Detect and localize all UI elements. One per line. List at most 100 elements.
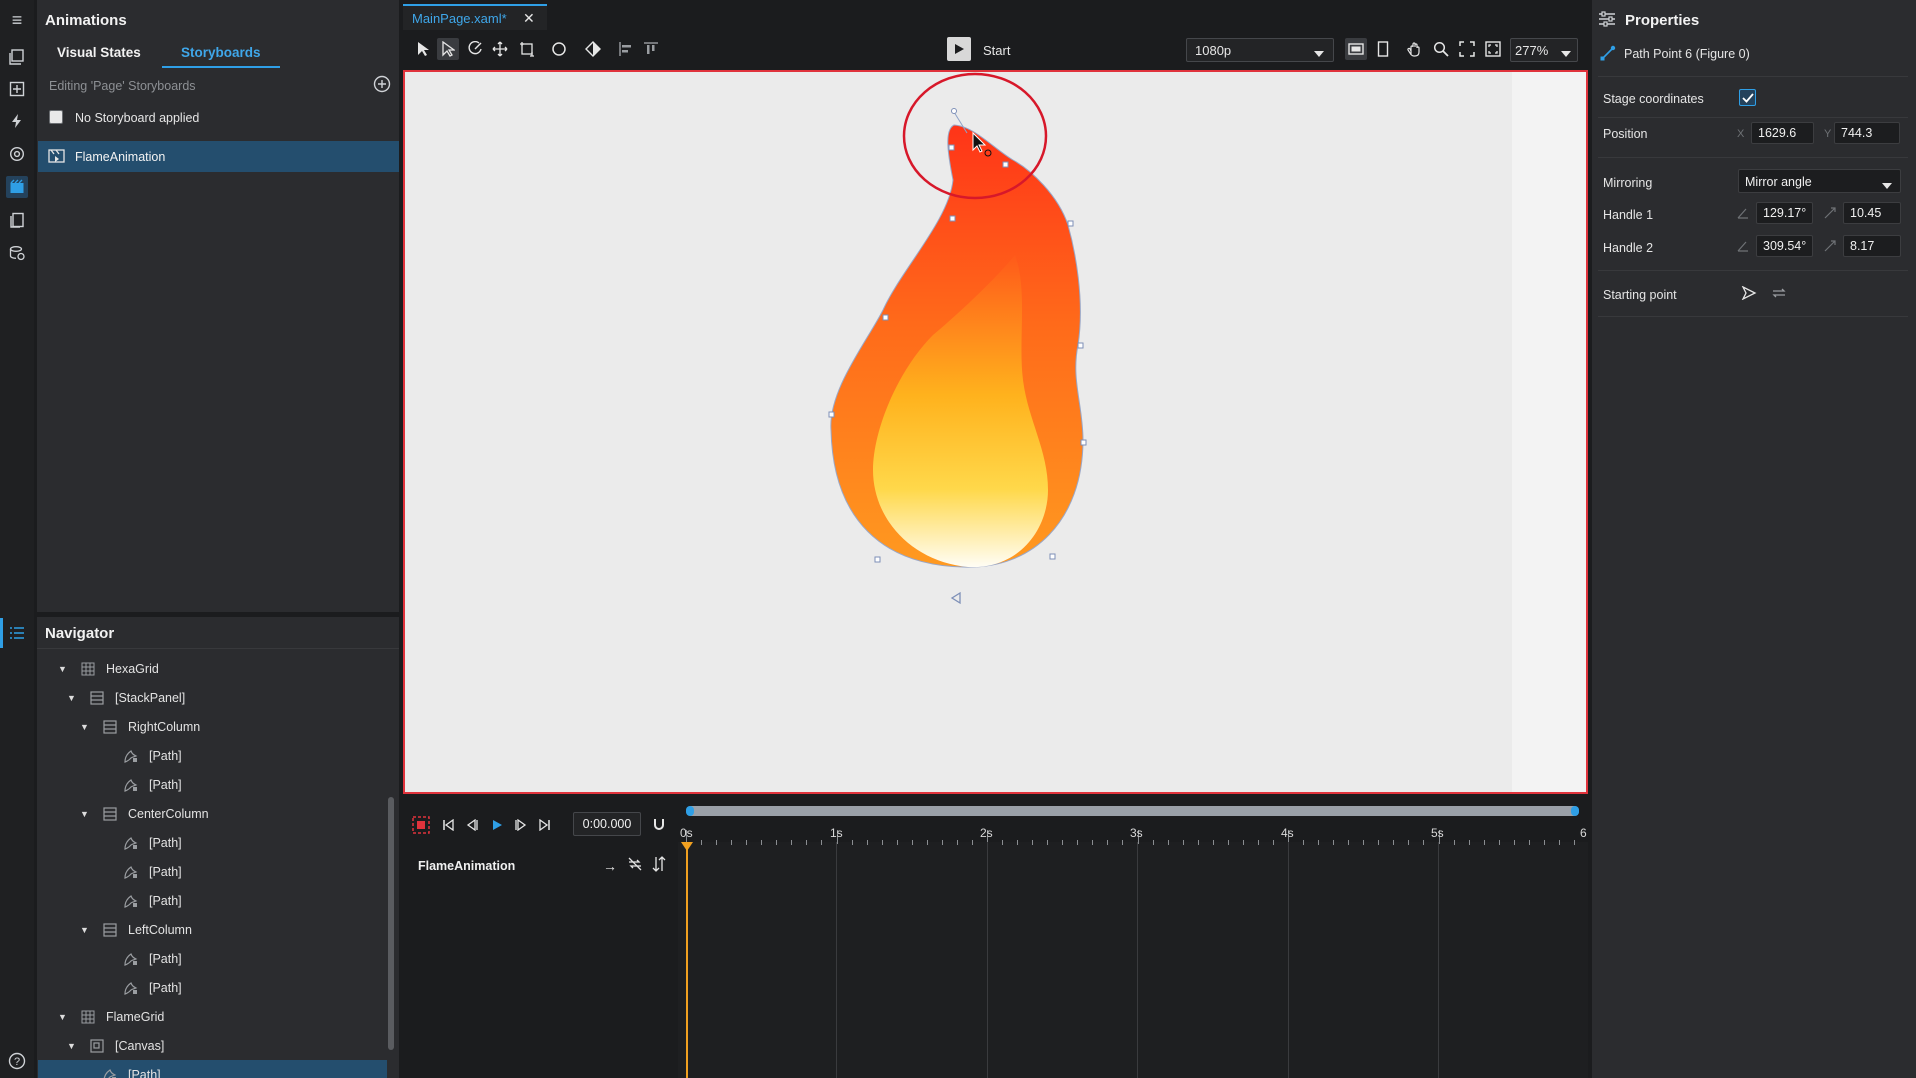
expand-arrow-icon[interactable]: ▼ — [67, 693, 77, 703]
navigator-item[interactable]: ▼[Path] — [101, 975, 182, 1001]
position-label: Position — [1603, 127, 1648, 141]
navigator-item[interactable]: ▼ RightColumn — [80, 714, 200, 740]
add-storyboard-icon[interactable] — [373, 75, 391, 96]
pen-tool-icon[interactable] — [464, 38, 486, 60]
close-tab-icon[interactable]: ✕ — [523, 10, 535, 27]
timeline-tick-mark — [761, 840, 762, 845]
go-to-start-icon[interactable] — [439, 816, 457, 834]
portrait-toggle-icon[interactable] — [1372, 38, 1394, 60]
landscape-toggle-icon[interactable] — [1345, 38, 1367, 60]
timeline-scrollbar[interactable] — [686, 806, 1579, 816]
stage-coordinates-checkbox[interactable] — [1739, 89, 1756, 106]
fit-screen-icon[interactable] — [1456, 38, 1478, 60]
hamburger-menu-icon[interactable]: ≡ — [6, 9, 28, 31]
align-left-icon[interactable] — [615, 38, 637, 60]
navigator-item[interactable]: ▼[Path] — [101, 772, 182, 798]
record-button[interactable] — [412, 816, 430, 834]
select-tool-icon[interactable] — [412, 38, 434, 60]
toolbox-icon[interactable] — [6, 78, 28, 100]
step-back-icon[interactable] — [463, 816, 481, 834]
assets-icon[interactable] — [6, 46, 28, 68]
navigator-scrollbar[interactable] — [388, 797, 394, 1050]
help-icon[interactable]: ? — [6, 1050, 28, 1072]
navigator-item-label: [Path] — [149, 749, 182, 763]
timeline-tick-mark — [1273, 840, 1274, 845]
expand-arrow-icon[interactable]: ▼ — [80, 925, 90, 935]
navigator-item[interactable]: ▼[Path] — [101, 946, 182, 972]
timeline-tick-mark — [972, 840, 973, 845]
tab-visual-states[interactable]: Visual States — [57, 45, 141, 60]
step-forward-icon[interactable] — [512, 816, 530, 834]
transform-tool-icon[interactable] — [516, 38, 538, 60]
navigator-item[interactable]: ▼ CenterColumn — [80, 801, 209, 827]
handle1-angle-input[interactable]: 129.17° — [1756, 202, 1813, 224]
starting-point-label: Starting point — [1603, 288, 1677, 302]
handle1-length-input[interactable]: 10.45 — [1843, 202, 1901, 224]
events-lightning-icon[interactable] — [6, 110, 28, 132]
timeline-tick-mark — [1333, 840, 1334, 845]
flame-artwork[interactable] — [403, 70, 1588, 794]
navigator-item[interactable]: ▼[Path] — [101, 888, 182, 914]
navigator-item[interactable]: ▼[Path] — [80, 1062, 161, 1078]
position-y-input[interactable]: 744.3 — [1834, 122, 1900, 144]
timeline-tick-mark — [1499, 840, 1500, 845]
navigator-item[interactable]: ▼ FlameGrid — [58, 1004, 164, 1030]
navigator-item[interactable]: ▼ [StackPanel] — [67, 685, 185, 711]
animations-icon[interactable] — [6, 176, 28, 198]
start-label[interactable]: Start — [983, 43, 1010, 58]
actual-size-icon[interactable] — [1482, 38, 1504, 60]
navigator-item-label: CenterColumn — [128, 807, 209, 821]
mirroring-value: Mirror angle — [1745, 175, 1812, 189]
loop-off-icon[interactable] — [627, 857, 643, 874]
set-starting-point-icon[interactable] — [1741, 285, 1757, 303]
reverse-direction-icon[interactable] — [1771, 287, 1787, 302]
position-x-input[interactable]: 1629.6 — [1751, 122, 1814, 144]
timeline-tick-mark — [1107, 840, 1108, 845]
go-to-end-icon[interactable] — [536, 816, 554, 834]
properties-panel — [1592, 0, 1916, 1078]
navigator-item[interactable]: ▼ HexaGrid — [58, 656, 159, 682]
move-tool-icon[interactable] — [489, 38, 511, 60]
expand-arrow-icon[interactable]: ▼ — [80, 809, 90, 819]
navigator-item[interactable]: ▼[Path] — [101, 859, 182, 885]
navigator-item[interactable]: ▼ [Canvas] — [67, 1033, 164, 1059]
timeline-tick-mark — [1198, 840, 1199, 845]
resources-palette-icon[interactable] — [6, 143, 28, 165]
position-y-value: 744.3 — [1841, 126, 1873, 140]
snap-magnet-icon[interactable] — [650, 816, 668, 834]
navigator-item[interactable]: ▼[Path] — [101, 830, 182, 856]
direct-select-tool-icon[interactable] — [437, 38, 459, 60]
properties-subject: Path Point 6 (Figure 0) — [1624, 47, 1750, 61]
pan-hand-icon[interactable] — [1403, 38, 1425, 60]
align-top-icon[interactable] — [640, 38, 662, 60]
fill-tool-icon[interactable] — [582, 38, 604, 60]
expand-arrow-icon[interactable]: ▼ — [58, 664, 68, 674]
navigator-item[interactable]: ▼ LeftColumn — [80, 917, 192, 943]
timeline-tracks-area — [678, 842, 1588, 1078]
navigator-item-label: [Path] — [149, 778, 182, 792]
expand-arrow-icon[interactable]: ▼ — [67, 1041, 77, 1051]
path-icon — [123, 864, 139, 880]
handle2-angle-input[interactable]: 309.54° — [1756, 235, 1813, 257]
navigator-item-label: [Path] — [149, 981, 182, 995]
pages-icon[interactable] — [6, 209, 28, 231]
arrow-right-icon[interactable]: → — [603, 858, 617, 874]
position-y-label: Y — [1824, 128, 1832, 140]
handle2-length-input[interactable]: 8.17 — [1843, 235, 1901, 257]
easing-sort-icon[interactable] — [652, 856, 666, 875]
no-storyboard-label: No Storyboard applied — [75, 111, 200, 125]
navigator-list-icon[interactable] — [6, 622, 28, 644]
expand-arrow-icon[interactable]: ▼ — [58, 1012, 68, 1022]
start-play-button[interactable] — [947, 37, 971, 61]
expand-arrow-icon[interactable]: ▼ — [80, 722, 90, 732]
timeline-tick-mark — [1469, 840, 1470, 845]
position-x-label: X — [1737, 128, 1745, 140]
play-icon[interactable] — [488, 816, 506, 834]
time-input[interactable]: 0:00.000 — [573, 812, 641, 836]
tab-storyboards[interactable]: Storyboards — [181, 45, 261, 60]
navigator-item[interactable]: ▼[Path] — [101, 743, 182, 769]
zoom-search-icon[interactable] — [1430, 38, 1452, 60]
data-icon[interactable] — [6, 242, 28, 264]
ellipse-tool-icon[interactable] — [548, 38, 570, 60]
no-storyboard-checkbox[interactable] — [49, 110, 63, 124]
